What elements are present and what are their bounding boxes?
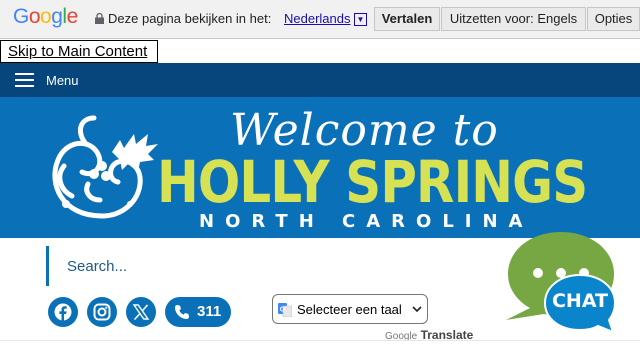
- x-icon: [132, 304, 150, 321]
- language-select-value: Selecteer een taal: [297, 302, 402, 317]
- options-button[interactable]: Opties: [587, 7, 640, 31]
- facebook-icon: [54, 303, 72, 321]
- banner-state: NORTH CAROLINA: [199, 211, 534, 232]
- content-divider: [0, 340, 640, 360]
- instagram-button[interactable]: [87, 297, 117, 327]
- search-box: [46, 246, 466, 286]
- disable-translate-button[interactable]: Uitzetten voor: Engels: [441, 7, 586, 31]
- svg-text:G: G: [280, 307, 286, 314]
- x-twitter-button[interactable]: [126, 297, 156, 327]
- holly-leaf-logo-icon: [52, 115, 158, 219]
- skip-to-main-link[interactable]: Skip to Main Content: [0, 40, 158, 63]
- language-select[interactable]: G Selecteer een taal: [272, 294, 428, 324]
- hamburger-icon[interactable]: [15, 73, 34, 87]
- menu-button[interactable]: Menu: [46, 73, 79, 88]
- search-input[interactable]: [67, 256, 447, 276]
- instagram-icon: [93, 303, 111, 321]
- google-translate-bar: Google Deze pagina bekijken in het: Nede…: [0, 0, 640, 39]
- google-logo: Google: [13, 5, 78, 28]
- google-translate-icon: G: [278, 303, 292, 317]
- chat-button[interactable]: CHAT: [549, 290, 611, 312]
- language-dropdown-icon[interactable]: ▼: [354, 13, 367, 26]
- phone-icon: [175, 305, 189, 319]
- phone-number: 311: [197, 303, 222, 320]
- lock-icon: [95, 13, 104, 24]
- phone-311-button[interactable]: 311: [165, 297, 231, 327]
- menu-bar: Menu: [0, 63, 640, 97]
- translate-button[interactable]: Vertalen: [374, 7, 440, 31]
- translate-prompt: Deze pagina bekijken in het:: [108, 11, 272, 26]
- facebook-button[interactable]: [48, 297, 78, 327]
- chevron-down-icon: [412, 306, 422, 313]
- banner-city-name: HOLLY SPRINGS: [157, 148, 588, 216]
- translate-language-link[interactable]: Nederlands: [284, 11, 351, 26]
